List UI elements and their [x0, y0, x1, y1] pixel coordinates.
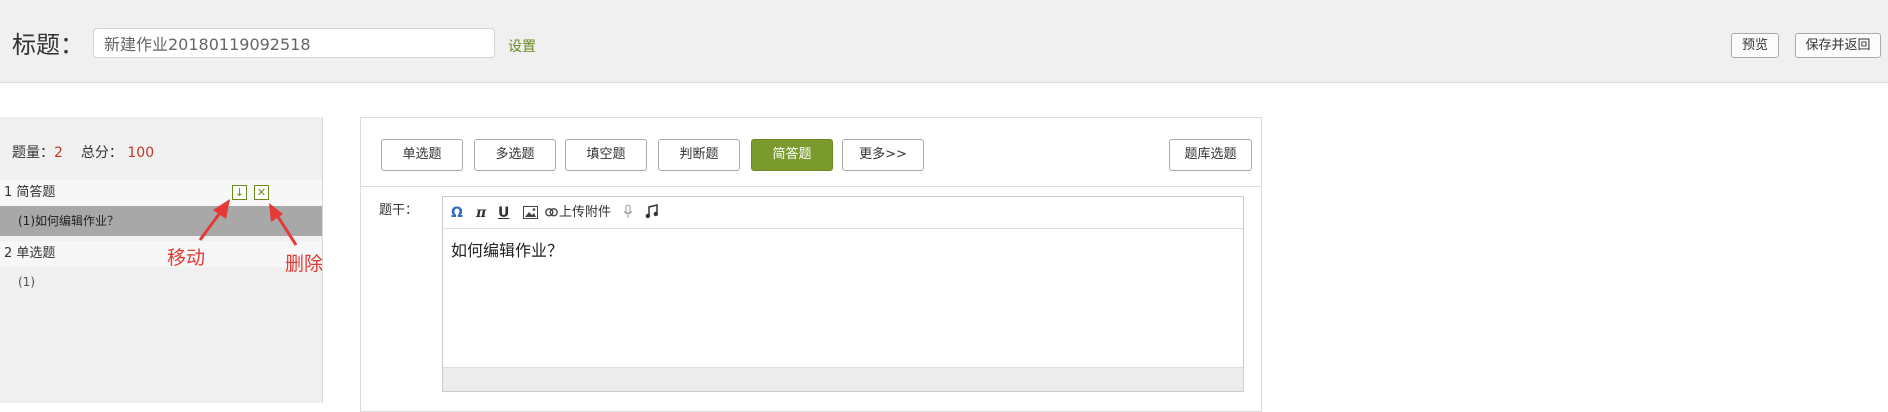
image-icon[interactable] [523, 206, 538, 224]
section-short-answer[interactable]: 1 简答题 ↓ ✕ [0, 180, 322, 206]
move-annotation: 移动 [167, 247, 206, 269]
question-list-sidebar: 题量：2 总分： 100 1 简答题 ↓ ✕ (1)如何编辑作业？ 2 单选题 (… [0, 117, 323, 403]
editor-statusbar [443, 367, 1243, 391]
question-item[interactable]: (1)如何编辑作业？ [0, 206, 322, 236]
delete-icon[interactable]: ✕ [254, 185, 269, 200]
single-choice-button[interactable]: 单选题 [381, 139, 463, 171]
section-single-choice[interactable]: 2 单选题 [0, 241, 322, 267]
short-answer-button[interactable]: 简答题 [751, 139, 833, 171]
title-label: 标题： [12, 31, 84, 59]
top-bar: 标题： 设置 预览 保存并返回 [0, 0, 1888, 83]
score-label: 总分： [80, 145, 123, 161]
true-false-button[interactable]: 判断题 [658, 139, 740, 171]
mic-icon[interactable] [623, 204, 633, 222]
question-editor-panel: 单选题 多选题 填空题 判断题 简答题 更多>> 题库选题 题干： Ω π U … [360, 117, 1262, 412]
fill-blank-button[interactable]: 填空题 [565, 139, 647, 171]
section-label: 2 单选题 [4, 246, 56, 261]
attach-button[interactable]: 上传附件 [545, 204, 611, 222]
multiple-choice-button[interactable]: 多选题 [474, 139, 556, 171]
pi-icon[interactable]: π [476, 204, 486, 222]
underline-icon[interactable]: U [498, 204, 509, 222]
settings-link[interactable]: 设置 [508, 36, 536, 56]
omega-icon[interactable]: Ω [451, 204, 463, 222]
editor-content: 如何编辑作业？ [451, 241, 564, 260]
section-label: 1 简答题 [4, 185, 56, 200]
question-bank-button[interactable]: 题库选题 [1169, 139, 1252, 171]
stem-label: 题干： [379, 203, 419, 218]
score-value: 100 [127, 145, 155, 161]
question-item[interactable]: (1) [0, 267, 322, 297]
rich-text-editor[interactable]: Ω π U 上传附件 如何编辑作业？ [442, 196, 1244, 392]
save-and-return-button[interactable]: 保存并返回 [1795, 33, 1881, 58]
delete-annotation: 删除 [285, 253, 324, 275]
question-item-label: (1) [18, 275, 35, 289]
attach-label: 上传附件 [559, 205, 612, 220]
music-icon[interactable] [645, 204, 659, 222]
question-item-label: (1)如何编辑作业？ [18, 214, 119, 228]
move-down-icon[interactable]: ↓ [232, 185, 247, 200]
link-icon [545, 208, 558, 217]
question-type-bar: 单选题 多选题 填空题 判断题 简答题 更多>> 题库选题 [361, 118, 1261, 187]
stats: 题量：2 总分： 100 [12, 142, 154, 162]
count-label: 题量： [12, 145, 54, 161]
title-input[interactable] [93, 28, 495, 58]
more-types-button[interactable]: 更多>> [842, 139, 924, 171]
preview-button[interactable]: 预览 [1731, 33, 1779, 58]
count-value: 2 [54, 145, 63, 161]
editor-toolbar: Ω π U 上传附件 [443, 197, 1243, 229]
